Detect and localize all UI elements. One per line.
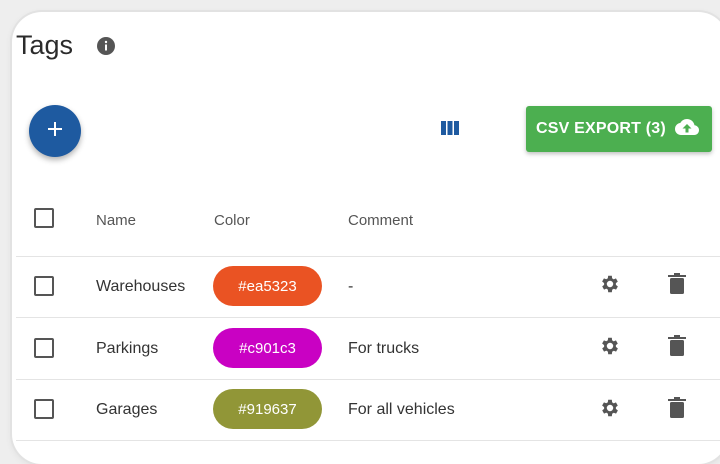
tag-name: Parkings: [96, 340, 159, 357]
color-chip: #c901c3: [213, 328, 322, 368]
settings-button[interactable]: [597, 335, 623, 361]
info-icon[interactable]: [96, 36, 116, 56]
tag-comment: -: [348, 278, 354, 295]
gear-icon: [599, 397, 621, 424]
row-divider: [16, 379, 720, 380]
row-checkbox[interactable]: [34, 276, 54, 296]
tag-name: Garages: [96, 401, 158, 418]
color-chip: #919637: [213, 389, 322, 429]
add-tag-button[interactable]: [29, 105, 81, 157]
row-checkbox[interactable]: [34, 338, 54, 358]
trash-icon: [667, 334, 687, 362]
column-header-comment[interactable]: Comment: [348, 212, 413, 230]
delete-button[interactable]: [664, 334, 690, 362]
column-header-name[interactable]: Name: [96, 212, 136, 230]
delete-button[interactable]: [664, 396, 690, 424]
color-chip: #ea5323: [213, 266, 322, 306]
csv-export-label: CSV EXPORT (3): [536, 120, 666, 137]
column-header-color[interactable]: Color: [214, 212, 250, 230]
tag-comment: For all vehicles: [348, 401, 455, 418]
gear-icon: [599, 335, 621, 362]
tag-comment: For trucks: [348, 340, 420, 357]
header-divider: [16, 256, 720, 257]
row-checkbox[interactable]: [34, 399, 54, 419]
gear-icon: [599, 273, 621, 300]
cloud-upload-icon: [674, 118, 700, 141]
columns-button[interactable]: [436, 118, 464, 142]
row-divider: [16, 317, 720, 318]
page-title: Tags: [16, 30, 74, 60]
plus-icon: [46, 120, 64, 143]
row-divider: [16, 440, 720, 441]
view-columns-icon: [441, 120, 459, 140]
select-all-checkbox[interactable]: [34, 208, 54, 228]
delete-button[interactable]: [664, 272, 690, 300]
settings-button[interactable]: [597, 273, 623, 299]
trash-icon: [667, 396, 687, 424]
trash-icon: [667, 272, 687, 300]
tag-name: Warehouses: [96, 278, 186, 295]
csv-export-button[interactable]: CSV EXPORT (3): [526, 106, 712, 152]
settings-button[interactable]: [597, 397, 623, 423]
